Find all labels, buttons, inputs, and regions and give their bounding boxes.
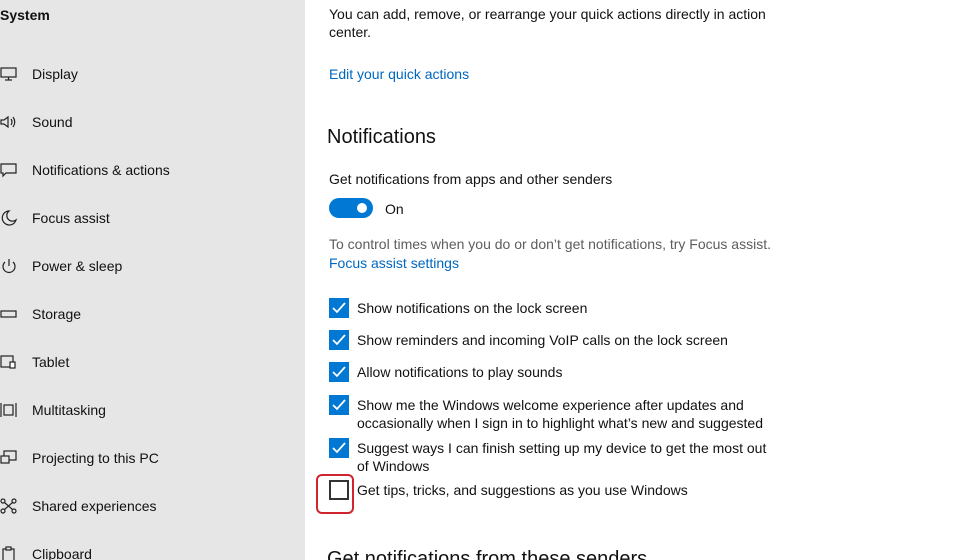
sidebar-item-label: Focus assist [32,210,110,226]
welcome-experience-checkbox[interactable] [329,395,349,415]
checkmark-icon [332,442,346,454]
settings-window: System Display Sound Notifications & act… [0,0,959,560]
sidebar-item-sound[interactable]: Sound [0,102,305,142]
sidebar-item-clipboard[interactable]: Clipboard [0,534,305,560]
checkmark-icon [332,366,346,378]
sidebar-item-label: Multitasking [32,402,106,418]
sidebar-item-label: Tablet [32,354,70,370]
senders-heading: Get notifications from these senders [327,548,648,560]
notification-sounds-checkbox[interactable] [329,362,349,382]
toggle-state-label: On [385,201,404,217]
focus-assist-hint: To control times when you do or don’t ge… [329,236,771,252]
focus-assist-settings-link[interactable]: Focus assist settings [329,254,459,272]
sidebar-item-storage[interactable]: Storage [0,294,305,334]
moon-icon [0,208,22,228]
sidebar-item-focus-assist[interactable]: Focus assist [0,198,305,238]
sidebar-item-label: Projecting to this PC [32,450,159,466]
sidebar-item-label: Notifications & actions [32,162,170,178]
speaker-icon [0,112,22,132]
highlight-box [316,474,354,514]
sidebar-item-label: Clipboard [32,546,92,560]
toggle-knob [357,203,367,213]
checkmark-icon [332,399,346,411]
checkbox-label: Get tips, tricks, and suggestions as you… [357,482,688,498]
sidebar-title: System [0,7,50,23]
checkmark-icon [332,334,346,346]
checkbox-label: Allow notifications to play sounds [357,364,563,380]
sidebar-item-shared-experiences[interactable]: Shared experiences [0,486,305,526]
sidebar-item-label: Storage [32,306,82,322]
sidebar-item-notifications[interactable]: Notifications & actions [0,150,305,190]
main-content: You can add, remove, or rearrange your q… [305,0,959,560]
clipboard-icon [0,544,22,560]
get-notifications-label: Get notifications from apps and other se… [329,171,613,187]
monitor-icon [0,64,22,84]
tablet-icon [0,352,22,372]
suggest-setup-checkbox[interactable] [329,438,349,458]
reminders-voip-checkbox[interactable] [329,330,349,350]
multitasking-icon [0,400,22,420]
checkbox-label: Show reminders and incoming VoIP calls o… [357,332,728,348]
sidebar-item-label: Shared experiences [32,498,157,514]
notifications-toggle[interactable] [329,198,373,218]
checkbox-label: Suggest ways I can finish setting up my … [357,440,767,474]
lock-screen-notifications-checkbox[interactable] [329,298,349,318]
sidebar-item-tablet[interactable]: Tablet [0,342,305,382]
sidebar-item-label: Sound [32,114,73,130]
sidebar-item-multitasking[interactable]: Multitasking [0,390,305,430]
power-icon [0,256,22,276]
drive-icon [0,304,22,324]
sidebar-item-projecting[interactable]: Projecting to this PC [0,438,305,478]
message-icon [0,160,22,180]
sidebar-item-power-sleep[interactable]: Power & sleep [0,246,305,286]
edit-quick-actions-link[interactable]: Edit your quick actions [329,65,469,83]
project-icon [0,448,22,468]
sidebar-item-label: Display [32,66,78,82]
quick-actions-description: You can add, remove, or rearrange your q… [329,6,766,40]
share-icon [0,496,22,516]
sidebar: System Display Sound Notifications & act… [0,0,305,560]
checkbox-label: Show notifications on the lock screen [357,300,588,316]
sidebar-item-display[interactable]: Display [0,54,305,94]
sidebar-item-label: Power & sleep [32,258,123,274]
checkbox-label: Show me the Windows welcome experience a… [357,397,763,431]
checkmark-icon [332,302,346,314]
notifications-heading: Notifications [327,126,436,148]
